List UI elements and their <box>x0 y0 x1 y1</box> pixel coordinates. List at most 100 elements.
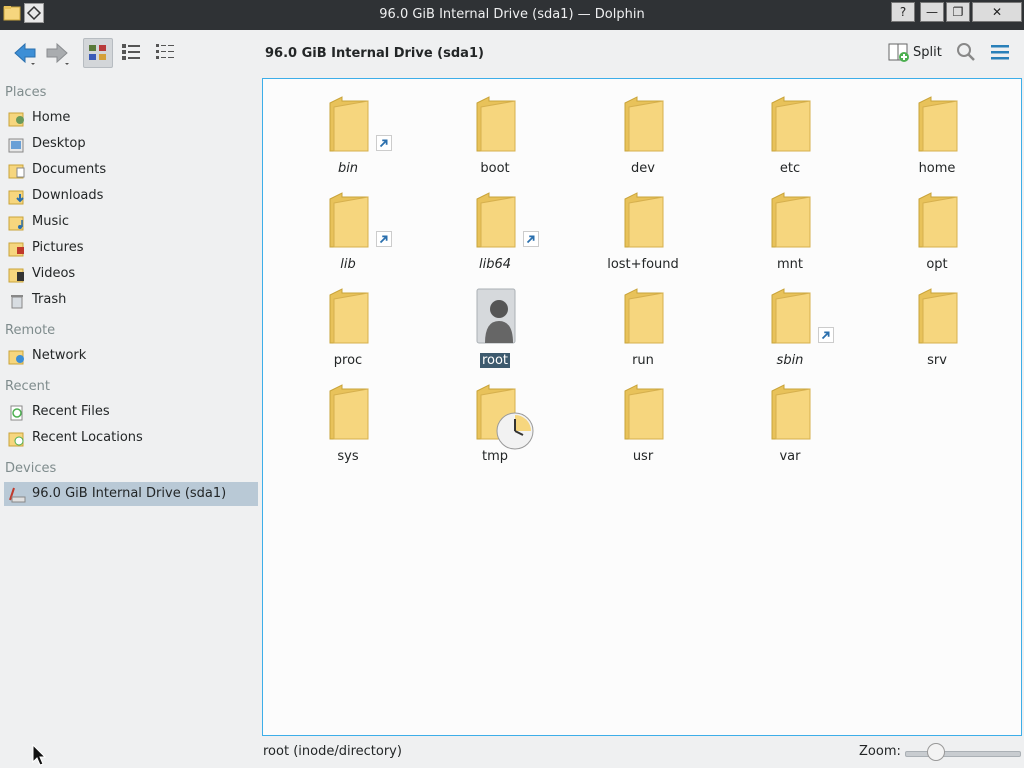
sidebar-item-downloads[interactable]: Downloads <box>4 184 258 208</box>
toolbar: 96.0 GiB Internal Drive (sda1) Split <box>0 30 1024 78</box>
sidebar-item-label: Network <box>32 348 87 363</box>
file-item[interactable]: var <box>730 373 850 465</box>
file-item[interactable]: lib64 <box>435 181 555 273</box>
file-item[interactable]: sbin <box>730 277 850 369</box>
file-name: opt <box>926 257 948 272</box>
desktop-icon <box>8 138 24 153</box>
file-name: sbin <box>776 353 804 368</box>
close-button[interactable]: ✕ <box>972 2 1022 22</box>
file-name: var <box>779 449 801 464</box>
title-bar: 96.0 GiB Internal Drive (sda1) — Dolphin… <box>0 0 1024 30</box>
file-name: etc <box>779 161 801 176</box>
file-item[interactable]: root <box>435 277 555 369</box>
symlink-arrow-icon <box>376 135 392 151</box>
symlink-arrow-icon <box>376 231 392 247</box>
file-item[interactable]: tmp <box>435 373 555 465</box>
folder-icon <box>771 96 811 152</box>
forward-arrow-icon <box>46 42 69 65</box>
file-item[interactable]: sys <box>288 373 408 465</box>
file-name: sys <box>337 449 359 464</box>
file-item[interactable]: lib <box>288 181 408 273</box>
folder-icon <box>624 192 664 248</box>
folder-icon <box>918 96 958 152</box>
folder-icon <box>329 288 369 344</box>
file-item[interactable]: proc <box>288 277 408 369</box>
file-name: tmp <box>481 449 508 464</box>
downloads-folder-icon <box>8 190 24 205</box>
sidebar-item-videos[interactable]: Videos <box>4 262 258 286</box>
recent-files-icon <box>10 405 23 421</box>
file-item[interactable]: etc <box>730 85 850 177</box>
zoom-slider-handle[interactable] <box>926 743 945 761</box>
folder-icon <box>771 192 811 248</box>
sidebar-item-music[interactable]: Music <box>4 210 258 234</box>
forward-button[interactable] <box>42 38 72 68</box>
file-name: root <box>479 353 511 368</box>
sidebar-item-pictures[interactable]: Pictures <box>4 236 258 260</box>
file-item[interactable]: run <box>583 277 703 369</box>
remote-header: Remote <box>5 323 56 338</box>
videos-folder-icon <box>8 268 24 283</box>
view-icons-button[interactable] <box>83 38 113 68</box>
zoom-slider-track[interactable] <box>905 751 1021 757</box>
sidebar-item-home[interactable]: Home <box>4 106 258 130</box>
file-name: run <box>632 353 654 368</box>
sidebar-item-internal-drive[interactable]: 96.0 GiB Internal Drive (sda1) <box>4 482 258 506</box>
folder-icon <box>329 96 369 152</box>
back-button[interactable] <box>8 38 38 68</box>
search-button[interactable] <box>952 38 982 68</box>
file-name: srv <box>927 353 947 368</box>
sidebar-item-desktop[interactable]: Desktop <box>4 132 258 156</box>
hamburger-menu-icon <box>991 45 1009 60</box>
file-name: lib64 <box>478 257 512 272</box>
search-icon <box>957 43 975 61</box>
sidebar-item-label: Recent Locations <box>32 430 143 445</box>
hamburger-menu-button[interactable] <box>986 38 1016 68</box>
file-item[interactable]: opt <box>877 181 997 273</box>
view-compact-button[interactable] <box>117 38 147 68</box>
file-view[interactable]: bin boot dev etc home lib lib64 lost+found mnt op… <box>262 78 1022 736</box>
sidebar-item-network[interactable]: Network <box>4 344 258 368</box>
maximize-button[interactable]: ❐ <box>946 2 970 22</box>
file-name: proc <box>333 353 363 368</box>
documents-folder-icon <box>8 164 25 179</box>
sidebar-item-label: Home <box>32 110 71 125</box>
window-title: 96.0 GiB Internal Drive (sda1) — Dolphin <box>379 7 645 22</box>
sidebar-item-label: Music <box>32 214 69 229</box>
folder-icon <box>624 96 664 152</box>
file-name: usr <box>632 449 654 464</box>
view-details-button[interactable] <box>151 38 181 68</box>
location-breadcrumb[interactable]: 96.0 GiB Internal Drive (sda1) <box>265 46 484 61</box>
devices-header: Devices <box>5 461 57 476</box>
file-item[interactable]: mnt <box>730 181 850 273</box>
file-item[interactable]: home <box>877 85 997 177</box>
split-button[interactable]: Split <box>886 40 944 66</box>
sidebar-item-label: Downloads <box>32 188 104 203</box>
pictures-folder-icon <box>8 242 24 257</box>
file-item[interactable]: bin <box>288 85 408 177</box>
folder-icon <box>476 96 516 152</box>
sidebar-item-trash[interactable]: Trash <box>4 288 258 312</box>
file-item[interactable]: srv <box>877 277 997 369</box>
file-item[interactable]: usr <box>583 373 703 465</box>
folder-icon <box>771 384 811 440</box>
hard-drive-icon <box>9 487 26 503</box>
sidebar-item-label: Pictures <box>32 240 84 255</box>
sidebar-item-documents[interactable]: Documents <box>4 158 258 182</box>
help-button[interactable]: ? <box>891 2 915 22</box>
symlink-arrow-icon <box>818 327 834 343</box>
folder-icon <box>476 192 516 248</box>
sidebar-item-recent-files[interactable]: Recent Files <box>4 400 258 424</box>
file-item[interactable]: lost+found <box>583 181 703 273</box>
folder-icon <box>329 384 369 440</box>
file-name: dev <box>631 161 655 176</box>
minimize-button[interactable]: — <box>920 2 944 22</box>
folder-icon <box>624 384 664 440</box>
clock-icon <box>496 412 534 450</box>
file-item[interactable]: dev <box>583 85 703 177</box>
zoom-label: Zoom: <box>859 744 901 759</box>
sidebar-item-label: Documents <box>32 162 107 177</box>
sidebar-item-recent-locations[interactable]: Recent Locations <box>4 426 258 450</box>
recent-locations-icon <box>8 432 24 447</box>
file-item[interactable]: boot <box>435 85 555 177</box>
